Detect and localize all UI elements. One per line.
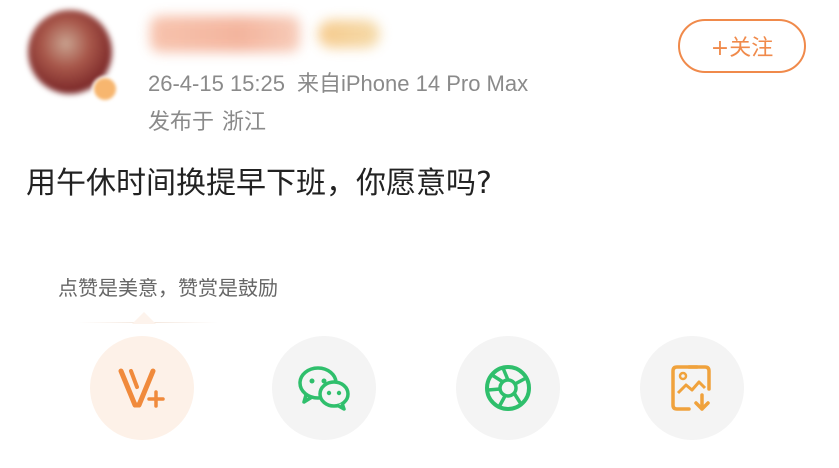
hint-pointer	[132, 312, 156, 324]
post-source: 来自iPhone 14 Pro Max	[297, 71, 529, 96]
username-blurred[interactable]	[150, 16, 300, 52]
share-wechat-button[interactable]	[272, 336, 376, 440]
post-timestamp: 26-4-15 15:25	[148, 71, 285, 96]
avatar-verified-badge	[92, 76, 118, 102]
location-value: 浙江	[222, 110, 267, 135]
save-image-icon	[671, 365, 711, 411]
save-image-button[interactable]	[640, 336, 744, 440]
v-plus-icon	[118, 368, 165, 408]
location-label: 发布于	[148, 110, 215, 135]
share-moments-button[interactable]	[456, 336, 560, 440]
post-meta: 26-4-15 15:25 来自iPhone 14 Pro Max	[148, 66, 540, 98]
reward-button[interactable]	[90, 336, 194, 440]
post-location: 发布于 浙江	[148, 104, 274, 136]
follow-button[interactable]: +关注	[678, 19, 806, 73]
member-badge-blurred	[318, 20, 380, 48]
moments-icon	[485, 365, 531, 411]
post-content: 用午休时间换提早下班，你愿意吗?	[26, 166, 492, 201]
wechat-icon	[298, 366, 350, 411]
reward-hint: 点赞是美意，赞赏是鼓励	[58, 276, 278, 300]
